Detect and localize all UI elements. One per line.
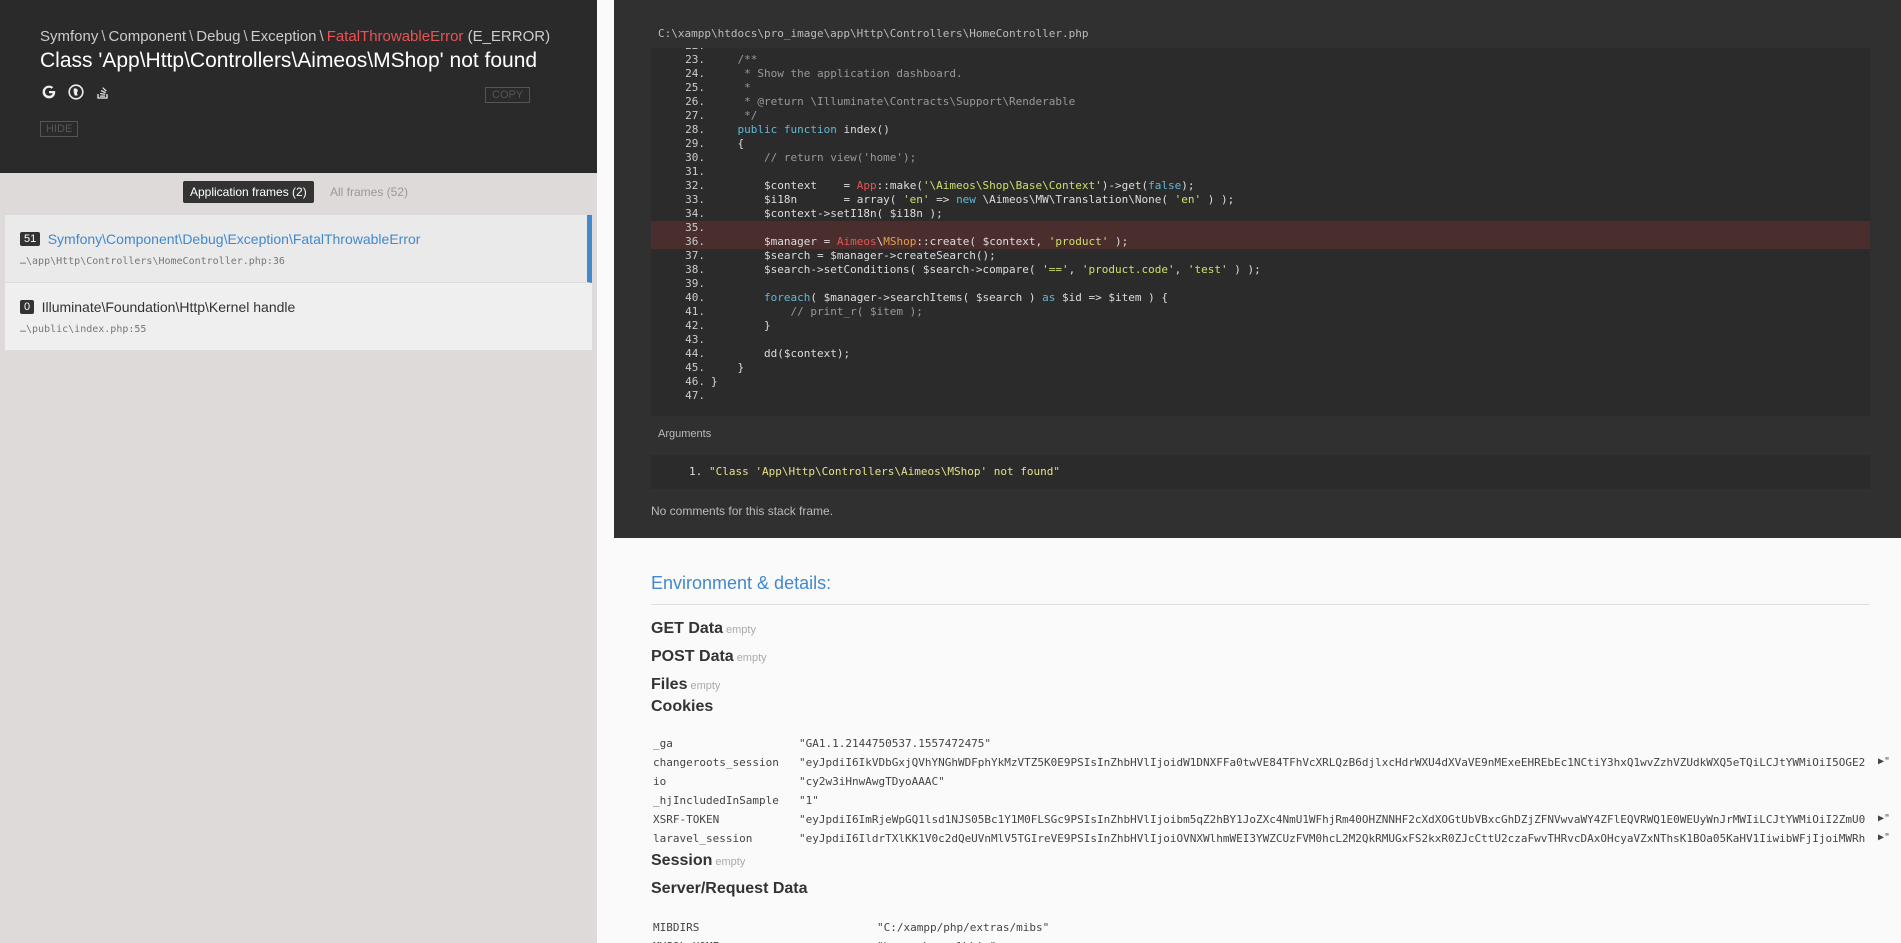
- environment-title: Environment & details:: [651, 573, 832, 593]
- frame-item[interactable]: 0 Illuminate\Foundation\Http\Kernel hand…: [5, 283, 592, 351]
- cookie-row: XSRF-TOKEN "eyJpdiI6ImRjeWpGQ1lsd1NJS05Bc…: [651, 813, 1901, 832]
- section-server-request: Server/Request Data: [651, 880, 808, 897]
- section-session: Session empty: [651, 852, 746, 869]
- environment-details: Environment & details: GET Data empty POS…: [614, 538, 1901, 943]
- code-line: 29. {: [685, 137, 745, 150]
- right-panel: C:\xampp\htdocs\pro_image\app\Http\Contr…: [597, 0, 1901, 943]
- cookie-value: "eyJpdiI6IkVDbGxjQVhYNGhWDFphYkMzVTZ5K0E…: [799, 756, 1866, 769]
- expand-icon[interactable]: ▶": [1878, 756, 1890, 767]
- cookie-value: "eyJpdiI6IldrTXlKK1V0c2dQeUVnMlV5TGIreVE…: [799, 832, 1866, 845]
- tab-application-frames[interactable]: Application frames (2): [183, 181, 314, 203]
- frame-item[interactable]: 51 Symfony\Component\Debug\Exception\Fat…: [5, 215, 592, 283]
- exception-message: Class 'App\Http\Controllers\Aimeos\MShop…: [40, 49, 538, 72]
- frames-list: 51 Symfony\Component\Debug\Exception\Fat…: [5, 215, 592, 351]
- section-files: Files empty: [651, 676, 721, 693]
- arguments-list: 1. "Class 'App\Http\Controllers\Aimeos\M…: [651, 455, 1870, 489]
- cookie-row: _hjIncludedInSample "1": [651, 794, 1901, 813]
- code-viewer: 22.23. /**24. * Show the application das…: [651, 48, 1870, 416]
- copy-button[interactable]: COPY: [485, 87, 531, 103]
- code-line: 24. * Show the application dashboard.: [685, 67, 963, 80]
- code-line: 35.: [651, 221, 1870, 235]
- argument-value: "Class 'App\Http\Controllers\Aimeos\MSho…: [709, 465, 1060, 478]
- code-line: 31.: [685, 165, 705, 178]
- hide-button[interactable]: HIDE: [40, 121, 79, 137]
- code-line: 43.: [685, 333, 705, 346]
- code-line: 39.: [685, 277, 705, 290]
- code-line: 40. foreach( $manager->searchItems( $sea…: [685, 291, 1168, 304]
- no-comments-text: No comments for this stack frame.: [651, 504, 834, 518]
- exception-class-name: FatalThrowableError: [326, 28, 464, 45]
- argument-index: 1.: [689, 465, 703, 478]
- server-row: MIBDIRS "C:/xampp/php/extras/mibs": [651, 921, 1901, 940]
- code-line: 36. $manager = Aimeos\MShop::create( $co…: [651, 235, 1870, 249]
- search-icons: [40, 83, 111, 100]
- exception-type: (E_ERROR): [467, 28, 551, 45]
- section-post-data: POST Data empty: [651, 648, 767, 665]
- cookie-key: changeroots_session: [653, 756, 779, 769]
- arguments-title: Arguments: [658, 428, 712, 440]
- exception-class-path: Symfony \ Component \ Debug \ Exception \ FatalT…: [40, 28, 551, 45]
- cookie-value: "eyJpdiI6ImRjeWpGQ1lsd1NJS05Bc1Y1M0FLSGc…: [799, 813, 1866, 826]
- exception-header: Symfony \ Component \ Debug \ Exception \ FatalT…: [0, 0, 597, 173]
- cookie-key: io: [653, 775, 667, 788]
- section-get-data: GET Data empty: [651, 620, 756, 637]
- code-line: 38. $search->setConditions( $search->com…: [685, 263, 1261, 276]
- cookie-value: "GA1.1.2144750537.1557472475": [799, 737, 992, 750]
- left-panel: Symfony \ Component \ Debug \ Exception \ FatalT…: [0, 0, 597, 943]
- code-line: 26. * @return \Illuminate\Contracts\Supp…: [685, 95, 1076, 108]
- frame-class: Symfony\Component\Debug\Exception\FatalT…: [47, 230, 421, 247]
- code-line: 30. // return view('home');: [685, 151, 917, 164]
- cookie-row: laravel_session "eyJpdiI6IldrTXlKK1V0c2dQ…: [651, 832, 1901, 851]
- cookie-value: "1": [799, 794, 819, 807]
- cookie-key: _ga: [653, 737, 673, 750]
- code-line: 41. // print_r( $item );: [685, 305, 923, 318]
- server-key: MIBDIRS: [653, 921, 700, 934]
- code-line: 23. /**: [685, 53, 758, 66]
- divider: [651, 604, 1870, 605]
- code-line: 44. dd($context);: [685, 347, 851, 360]
- tab-all-frames[interactable]: All frames (52): [330, 185, 408, 199]
- code-line: 28. public function index(): [685, 123, 890, 136]
- expand-icon[interactable]: ▶": [1878, 832, 1890, 843]
- frame-class: Illuminate\Foundation\Http\Kernel handle: [41, 298, 296, 315]
- cookie-value: "cy2w3iHnwAwgTDyoAAAC": [799, 775, 945, 788]
- code-area: C:\xampp\htdocs\pro_image\app\Http\Contr…: [614, 0, 1901, 538]
- cookie-key: laravel_session: [653, 832, 753, 845]
- code-line: 32. $context = App::make('\Aimeos\Shop\B…: [685, 179, 1195, 192]
- stackoverflow-icon[interactable]: [94, 83, 111, 100]
- cookie-row: changeroots_session "eyJpdiI6IkVDbGxjQVhY…: [651, 756, 1901, 775]
- code-file-path[interactable]: C:\xampp\htdocs\pro_image\app\Http\Contr…: [658, 27, 1088, 40]
- duckduckgo-icon[interactable]: [67, 83, 84, 100]
- cookie-key: _hjIncludedInSample: [653, 794, 779, 807]
- section-cookies: Cookies: [651, 698, 714, 715]
- cookie-key: XSRF-TOKEN: [653, 813, 720, 826]
- code-line: 37. $search = $manager->createSearch();: [685, 249, 996, 262]
- frame-index: 51: [20, 231, 41, 246]
- code-line: 33. $i18n = array( 'en' => new \Aimeos\M…: [685, 193, 1235, 206]
- code-line: 42. }: [685, 319, 771, 332]
- code-line: 46.}: [685, 375, 718, 388]
- cookie-row: _ga "GA1.1.2144750537.1557472475": [651, 737, 1901, 756]
- google-icon[interactable]: [40, 83, 57, 100]
- frame-tabs: Application frames (2) All frames (52): [0, 173, 597, 213]
- frame-file: …\public\index.php:55: [20, 324, 147, 335]
- code-line: 27. */: [685, 109, 758, 122]
- code-line: 25. *: [685, 81, 751, 94]
- code-line: 45. }: [685, 361, 745, 374]
- expand-icon[interactable]: ▶": [1878, 813, 1890, 824]
- cookie-row: io "cy2w3iHnwAwgTDyoAAAC": [651, 775, 1901, 794]
- server-value: "C:/xampp/php/extras/mibs": [877, 921, 1050, 934]
- code-line: 34. $context->setI18n( $i18n );: [685, 207, 943, 220]
- frame-file: …\app\Http\Controllers\HomeController.ph…: [20, 256, 285, 267]
- code-line: 47.: [685, 389, 705, 402]
- frame-index: 0: [20, 299, 35, 314]
